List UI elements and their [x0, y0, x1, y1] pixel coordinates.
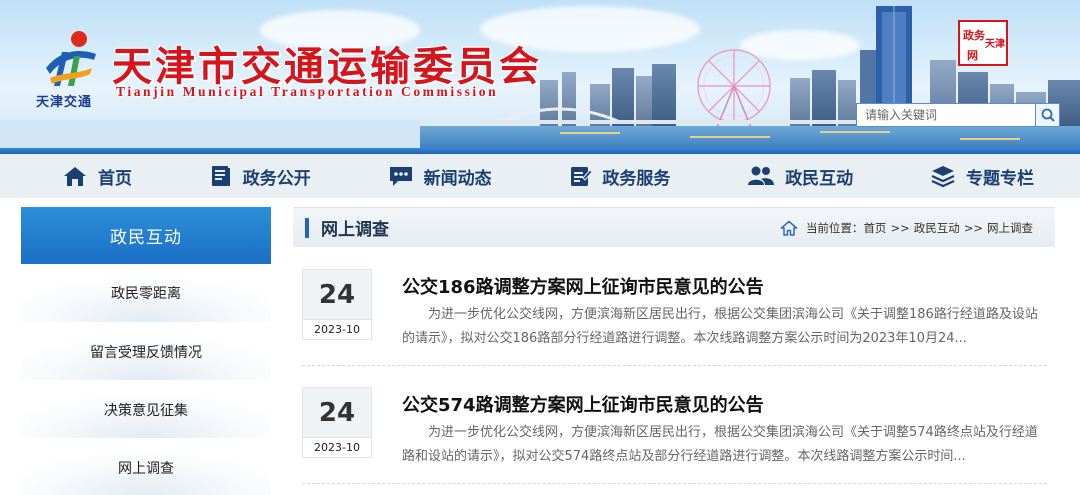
home-icon — [64, 167, 86, 186]
main-content: 网上调查 当前位置： 首页 >> 政民互动 >> 网上调查 24 2023-10… — [293, 207, 1055, 495]
seal-text: 政务 — [963, 28, 986, 42]
section-header-accent — [305, 217, 309, 238]
nav-item-home[interactable]: 首页 — [62, 154, 132, 198]
nav-item-interaction[interactable]: 政民互动 — [747, 154, 853, 198]
users-icon — [748, 166, 775, 185]
search-button[interactable] — [1035, 104, 1059, 126]
seal-text: 天津 — [985, 37, 1005, 50]
sidebar-item-online-survey[interactable]: 网上调查 — [21, 438, 271, 495]
nav-item-government-affairs[interactable]: 政务公开 — [209, 154, 311, 198]
breadcrumb-item-home[interactable]: 首页 — [863, 220, 886, 236]
article-date-day: 24 — [303, 388, 371, 437]
nav-label: 政民互动 — [785, 168, 854, 189]
nav-label: 政务公开 — [242, 168, 311, 189]
sidebar: 政民互动 政民零距离 留言受理反馈情况 决策意见征集 网上调查 — [21, 207, 271, 495]
sidebar-header: 政民互动 — [21, 207, 271, 264]
article-date-year-month: 2023-10 — [303, 437, 371, 457]
sidebar-item-label: 网上调查 — [118, 460, 174, 477]
section-header: 网上调查 当前位置： 首页 >> 政民互动 >> 网上调查 — [293, 207, 1055, 247]
section-title: 网上调查 — [321, 220, 389, 240]
breadcrumb-prefix: 当前位置： — [805, 221, 864, 235]
breadcrumb-separator: >> — [963, 221, 983, 235]
sidebar-item-label: 政民零距离 — [111, 286, 181, 302]
seal-text: 网 — [967, 49, 978, 62]
nav-item-services[interactable]: 政务服务 — [568, 154, 670, 198]
nav-label: 专题专栏 — [965, 168, 1034, 189]
article-date: 24 2023-10 — [302, 387, 372, 458]
layers-icon — [931, 166, 955, 188]
breadcrumb-separator: >> — [890, 221, 910, 235]
sidebar-item-message-feedback[interactable]: 留言受理反馈情况 — [21, 322, 271, 380]
search-box — [856, 103, 1060, 127]
article-summary: 为进一步优化公交线网，方便滨海新区居民出行，根据公交集团滨海公司《关于调整574… — [402, 425, 1038, 464]
nav-label: 政务服务 — [602, 168, 671, 189]
sidebar-item-opinion-collection[interactable]: 决策意见征集 — [21, 380, 271, 438]
article-item: 24 2023-10 公交574路调整方案网上征询市民意见的公告 为进一步优化公… — [302, 387, 1047, 495]
clipboard-icon — [571, 167, 593, 186]
breadcrumb: 当前位置： 首页 >> 政民互动 >> 网上调查 — [780, 208, 1033, 248]
nav-item-news[interactable]: 新闻动态 — [388, 154, 492, 198]
header-banner: 天津交通 天津市交通运输委员会 Tianjin Municipal Transp… — [0, 0, 1080, 150]
article-title-link[interactable]: 公交574路调整方案网上征询市民意见的公告 — [402, 391, 764, 417]
sidebar-item-label: 留言受理反馈情况 — [90, 344, 202, 361]
article-date: 24 2023-10 — [302, 269, 372, 340]
site-subtitle: Tianjin Municipal Transportation Commiss… — [116, 84, 499, 99]
nav-label: 新闻动态 — [423, 168, 492, 189]
article-date-day: 24 — [303, 270, 371, 319]
sidebar-item-label: 决策意见征集 — [104, 402, 188, 419]
search-icon — [1041, 108, 1055, 122]
article-divider — [302, 365, 1047, 366]
sidebar-item-zero-distance[interactable]: 政民零距离 — [21, 264, 271, 322]
article-item: 24 2023-10 公交186路调整方案网上征询市民意见的公告 为进一步优化公… — [302, 269, 1047, 379]
chat-icon — [389, 167, 412, 186]
government-portal-seal-icon[interactable]: 政务 天津 网 — [957, 19, 1009, 67]
breadcrumb-item-online-survey[interactable]: 网上调查 — [987, 220, 1033, 236]
article-summary: 为进一步优化公交线网，方便滨海新区居民出行，根据公交集团滨海公司《关于调整186… — [402, 307, 1038, 346]
nav-label: 首页 — [98, 168, 132, 189]
logo-caption: 天津交通 — [36, 95, 93, 110]
breadcrumb-item-interaction[interactable]: 政民互动 — [914, 220, 960, 236]
nav-item-topics[interactable]: 专题专栏 — [930, 154, 1034, 198]
main-nav: 首页 政务公开 新闻动态 政务服务 政民互动 专题专栏 — [0, 154, 1080, 198]
article-date-year-month: 2023-10 — [303, 319, 371, 339]
home-outline-icon — [780, 220, 798, 236]
sidebar-title: 政民互动 — [110, 228, 182, 248]
search-input[interactable] — [857, 104, 1035, 126]
commission-logo-icon — [46, 31, 96, 86]
document-icon — [211, 166, 230, 186]
article-divider — [302, 483, 1047, 484]
article-title-link[interactable]: 公交186路调整方案网上征询市民意见的公告 — [402, 273, 764, 299]
